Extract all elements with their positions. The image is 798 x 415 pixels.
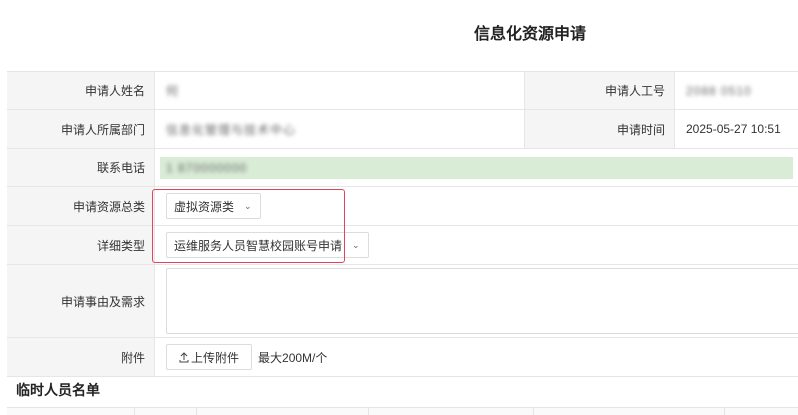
resource-category-label: 申请资源总类 <box>7 187 155 225</box>
table-header-cell <box>197 408 369 415</box>
highlight-box <box>152 189 345 263</box>
table-header-cell <box>7 408 135 415</box>
attachment-label: 附件 <box>7 338 155 376</box>
table-header-cell <box>369 408 534 415</box>
applicant-name-label: 申请人姓名 <box>7 72 155 109</box>
applicant-name-value: 何 <box>155 72 525 109</box>
phone-input[interactable]: 1 870000000 <box>160 156 793 179</box>
phone-value: 1 870000000 <box>155 149 793 186</box>
reason-textarea[interactable] <box>166 268 798 334</box>
form-row-category: 申请资源总类 虚拟资源类 ⌄ <box>7 187 798 226</box>
form-row-applicant: 申请人姓名 何 申请人工号 2088 0510 <box>7 72 798 110</box>
phone-text: 1 870000000 <box>166 160 248 175</box>
apply-time-label: 申请时间 <box>525 110 675 148</box>
detail-type-label: 详细类型 <box>7 226 155 264</box>
upload-icon <box>179 351 189 362</box>
phone-label: 联系电话 <box>7 149 155 186</box>
employee-id-label: 申请人工号 <box>525 72 675 109</box>
applicant-name-text: 何 <box>166 84 180 98</box>
department-label: 申请人所属部门 <box>7 110 155 148</box>
employee-id-value: 2088 0510 <box>675 72 752 109</box>
attachment-cell: 上传附件 最大200M/个 <box>155 338 327 376</box>
employee-id-text: 2088 0510 <box>686 83 752 98</box>
upload-button-label: 上传附件 <box>191 350 240 365</box>
upload-button[interactable]: 上传附件 <box>166 344 253 370</box>
reason-label: 申请事由及需求 <box>7 265 155 337</box>
page-title: 信息化资源申请 <box>473 26 586 43</box>
upload-size-hint: 最大200M/个 <box>258 350 328 365</box>
table-header <box>7 408 798 415</box>
department-value: 信息化管理与技术中心 <box>155 110 525 148</box>
table-header-cell <box>135 408 197 415</box>
form-row-reason: 申请事由及需求 <box>7 265 798 338</box>
application-form: 申请人姓名 何 申请人工号 2088 0510 申请人所属部门 信息化管理与技术… <box>7 71 798 377</box>
form-row-detail-type: 详细类型 运维服务人员智慧校园账号申请 ⌄ <box>7 226 798 265</box>
chevron-down-icon: ⌄ <box>352 239 360 250</box>
department-text: 信息化管理与技术中心 <box>166 122 297 137</box>
form-row-phone: 联系电话 1 870000000 <box>7 149 798 187</box>
section-title: 临时人员名单 <box>7 372 798 408</box>
reason-cell <box>155 265 798 337</box>
apply-time-value: 2025-05-27 10:51 <box>686 122 781 136</box>
form-row-department: 申请人所属部门 信息化管理与技术中心 申请时间 2025-05-27 10:51 <box>7 110 798 149</box>
table-header-cell <box>534 408 725 415</box>
